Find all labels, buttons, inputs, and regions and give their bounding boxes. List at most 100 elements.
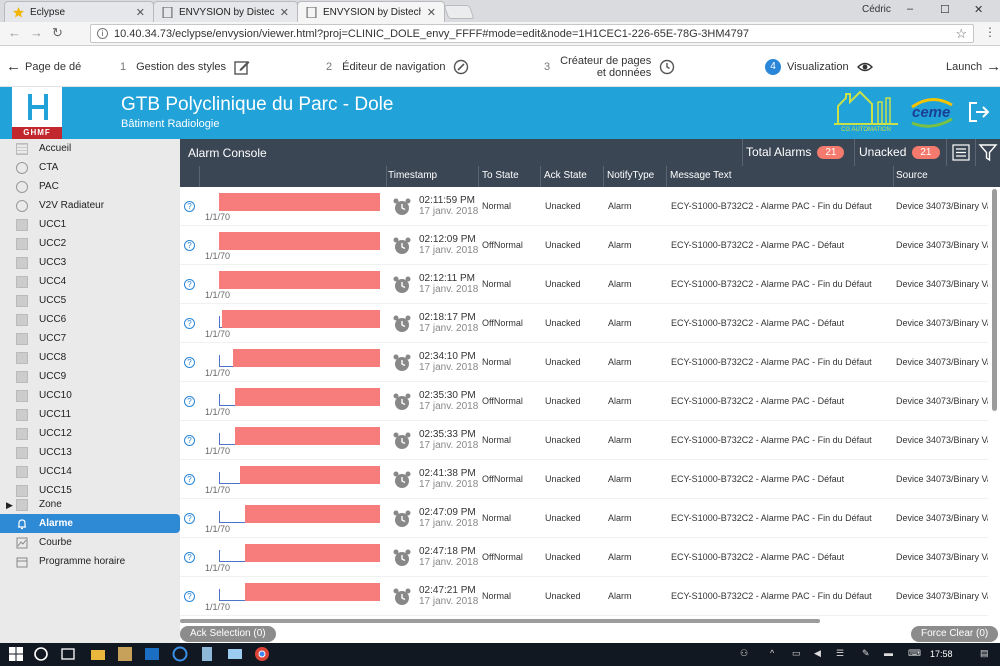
close-window-icon[interactable]: ✕: [974, 3, 983, 16]
sidebar-item-ucc3[interactable]: UCC3: [0, 253, 180, 272]
notifications-icon[interactable]: ▤: [980, 648, 989, 659]
help-circle-icon[interactable]: ?: [184, 591, 195, 602]
sidebar-item-ucc2[interactable]: UCC2: [0, 234, 180, 253]
help-circle-icon[interactable]: ?: [184, 396, 195, 407]
browser-tab-envysion-2[interactable]: ENVYSION by Distech Co ✕: [297, 1, 445, 22]
sidebar-item-pac[interactable]: PAC: [0, 177, 180, 196]
alarm-row[interactable]: ? 1/1/70 02:12:09 PM 17 janv. 2018 OffNormal…: [180, 226, 988, 265]
sidebar-item-ucc14[interactable]: UCC14: [0, 462, 180, 481]
vertical-scrollbar[interactable]: [992, 189, 997, 411]
new-tab-button[interactable]: [443, 5, 475, 19]
expand-triangle-icon[interactable]: ▶: [6, 500, 13, 511]
step-gestion-styles[interactable]: 1 Gestion des styles: [120, 46, 250, 87]
alarm-row[interactable]: ? 1/1/70 02:41:38 PM 17 janv. 2018 OffNormal…: [180, 460, 988, 499]
step-editeur-navigation[interactable]: 2 Éditeur de navigation: [326, 46, 469, 87]
notepad-icon[interactable]: [199, 646, 215, 662]
sidebar-item-cta[interactable]: CTA: [0, 158, 180, 177]
sidebar-item-ucc8[interactable]: UCC8: [0, 348, 180, 367]
alarm-row[interactable]: ? 1/1/70 02:47:09 PM 17 janv. 2018 Normal Una…: [180, 499, 988, 538]
sidebar-item-ucc13[interactable]: UCC13: [0, 443, 180, 462]
filter-icon[interactable]: [978, 143, 998, 162]
back-to-home-button[interactable]: ← Page de dé: [6, 46, 81, 87]
sidebar-item-ucc9[interactable]: UCC9: [0, 367, 180, 386]
sidebar-item-accueil[interactable]: Accueil: [0, 139, 180, 158]
bookmark-star-icon[interactable]: ☆: [955, 26, 967, 42]
display-icon[interactable]: ▬: [884, 648, 893, 658]
alarm-row[interactable]: ? 1/1/70 02:47:21 PM 17 janv. 2018 Normal Una…: [180, 577, 988, 616]
column-header-to-state[interactable]: To State: [482, 170, 519, 181]
sidebar-item-ucc7[interactable]: UCC7: [0, 329, 180, 348]
paint-app-icon[interactable]: [117, 646, 133, 662]
sidebar-item-ucc6[interactable]: UCC6: [0, 310, 180, 329]
tray-chevron-icon[interactable]: ^: [770, 648, 774, 658]
close-tab-icon[interactable]: ✕: [280, 6, 289, 19]
help-circle-icon[interactable]: ?: [184, 318, 195, 329]
browser-user-name[interactable]: Cédric: [862, 4, 891, 15]
close-tab-icon[interactable]: ✕: [427, 6, 436, 19]
search-icon[interactable]: [33, 646, 49, 662]
alarm-row[interactable]: ? 1/1/70 02:35:30 PM 17 janv. 2018 OffNormal…: [180, 382, 988, 421]
minimize-icon[interactable]: –: [907, 3, 913, 15]
column-header-message-text[interactable]: Message Text: [670, 170, 732, 181]
forward-arrow-icon[interactable]: →: [30, 25, 43, 40]
pen-icon[interactable]: ✎: [862, 648, 870, 659]
force-clear-button[interactable]: Force Clear (0): [911, 626, 999, 642]
help-circle-icon[interactable]: ?: [184, 474, 195, 485]
sidebar-item-v2v-radiateur[interactable]: V2V Radiateur: [0, 196, 180, 215]
sidebar-item-ucc4[interactable]: UCC4: [0, 272, 180, 291]
task-view-icon[interactable]: [60, 646, 76, 662]
sidebar-item-courbe[interactable]: Courbe: [0, 533, 180, 552]
help-circle-icon[interactable]: ?: [184, 279, 195, 290]
alarm-row[interactable]: ? 1/1/70 02:47:18 PM 17 janv. 2018 OffNormal…: [180, 538, 988, 577]
close-tab-icon[interactable]: ✕: [136, 6, 145, 19]
alarm-row[interactable]: ? 1/1/70 02:12:11 PM 17 janv. 2018 Normal Una…: [180, 265, 988, 304]
horizontal-scrollbar[interactable]: [180, 619, 820, 623]
info-icon[interactable]: i: [97, 28, 108, 39]
url-input[interactable]: i 10.40.34.73/eclypse/envysion/viewer.ht…: [90, 24, 974, 43]
network-icon[interactable]: ☰: [836, 648, 844, 659]
browser-tab-eclypse[interactable]: Eclypse ✕: [4, 1, 154, 22]
help-circle-icon[interactable]: ?: [184, 435, 195, 446]
sidebar-item-ucc12[interactable]: UCC12: [0, 424, 180, 443]
browser-tab-envysion-1[interactable]: ENVYSION by Distech Co ✕: [153, 1, 298, 22]
logout-icon[interactable]: [968, 101, 990, 123]
sidebar-item-alarme[interactable]: Alarme: [0, 514, 180, 533]
alarm-row[interactable]: ? 1/1/70 02:34:10 PM 17 janv. 2018 Normal Una…: [180, 343, 988, 382]
file-explorer-icon[interactable]: [90, 646, 106, 662]
alarm-row[interactable]: ? 1/1/70 02:18:17 PM 17 janv. 2018 OffNormal…: [180, 304, 988, 343]
sidebar-item-ucc11[interactable]: UCC11: [0, 405, 180, 424]
launch-button[interactable]: Launch →: [946, 46, 1000, 87]
list-view-icon[interactable]: [951, 143, 971, 162]
taskbar-clock[interactable]: 17:58: [930, 649, 953, 659]
chrome-browser-icon[interactable]: [254, 646, 270, 662]
step-createur-pages[interactable]: 3 Créateur de pages et données: [544, 46, 675, 87]
people-icon[interactable]: ⚇: [740, 648, 748, 659]
column-header-ack-state[interactable]: Ack State: [544, 170, 587, 181]
browser-menu-icon[interactable]: ⋮: [984, 25, 996, 39]
sidebar-item-ucc1[interactable]: UCC1: [0, 215, 180, 234]
help-circle-icon[interactable]: ?: [184, 240, 195, 251]
column-header-notify-type[interactable]: NotifyType: [607, 170, 654, 181]
alarm-row[interactable]: ? 1/1/70 02:11:59 PM 17 janv. 2018 Normal Una…: [180, 187, 988, 226]
reload-icon[interactable]: ↻: [52, 25, 63, 41]
keyboard-icon[interactable]: ⌨: [908, 648, 921, 659]
volume-icon[interactable]: ◀: [814, 648, 821, 659]
column-header-timestamp[interactable]: Timestamp: [388, 170, 437, 181]
outlook-icon[interactable]: [144, 646, 160, 662]
edge-browser-icon[interactable]: [172, 646, 188, 662]
back-arrow-icon[interactable]: ←: [8, 25, 21, 40]
mail-icon[interactable]: [227, 646, 243, 662]
alarm-row[interactable]: ? 1/1/70 02:35:33 PM 17 janv. 2018 Normal Una…: [180, 421, 988, 460]
windows-start-icon[interactable]: [8, 646, 24, 662]
sidebar-item-zone[interactable]: ▶ Zone: [0, 495, 180, 514]
help-circle-icon[interactable]: ?: [184, 201, 195, 212]
sidebar-item-ucc5[interactable]: UCC5: [0, 291, 180, 310]
column-header-source[interactable]: Source: [896, 170, 928, 181]
help-circle-icon[interactable]: ?: [184, 513, 195, 524]
help-circle-icon[interactable]: ?: [184, 357, 195, 368]
help-circle-icon[interactable]: ?: [184, 552, 195, 563]
step-visualization[interactable]: 4 Visualization: [765, 46, 873, 87]
ack-selection-button[interactable]: Ack Selection (0): [180, 626, 276, 642]
sidebar-item-ucc10[interactable]: UCC10: [0, 386, 180, 405]
sidebar-item-programme-horaire[interactable]: Programme horaire: [0, 552, 180, 571]
